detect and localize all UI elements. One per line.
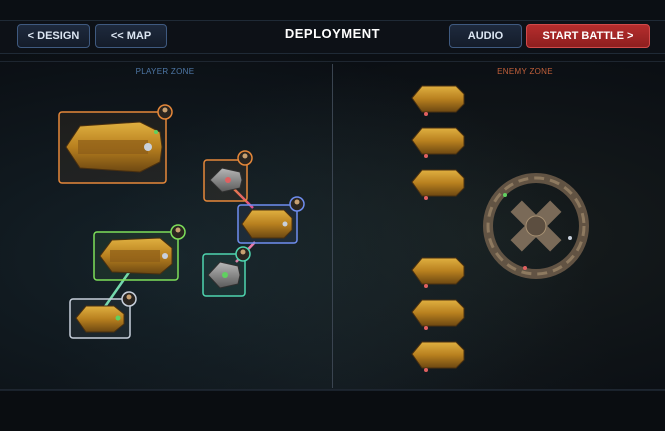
enemy-frigate[interactable]	[411, 341, 465, 372]
deployment-screen: < DESIGN << MAP DEPLOYMENT AUDIO START B…	[0, 0, 665, 431]
enemy-frigate[interactable]	[411, 127, 465, 158]
player-carrier[interactable]	[58, 104, 173, 184]
enemy-frigate[interactable]	[411, 85, 465, 116]
player-escort-white[interactable]	[69, 291, 137, 339]
enemy-frigate[interactable]	[411, 169, 465, 200]
player-fighter-teal[interactable]	[202, 246, 251, 297]
bottom-bar	[0, 390, 665, 431]
enemy-frigate[interactable]	[411, 299, 465, 330]
player-battleship-green[interactable]	[93, 224, 186, 281]
enemy-station[interactable]	[483, 173, 589, 279]
player-fighter-orange[interactable]	[203, 150, 253, 202]
battlefield	[58, 85, 589, 372]
enemy-frigate[interactable]	[411, 257, 465, 288]
